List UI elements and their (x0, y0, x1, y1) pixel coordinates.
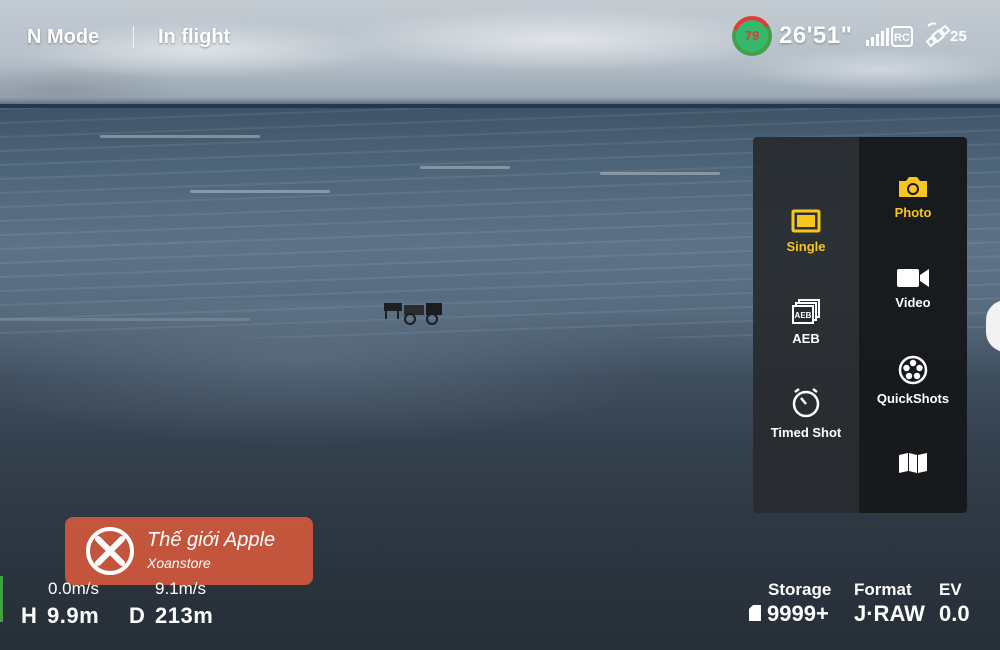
sky-clouds (0, 0, 1000, 108)
mode-quickshots-label: QuickShots (876, 391, 950, 406)
height-label: H (21, 603, 38, 628)
panorama-map-icon (899, 453, 927, 473)
horse-carriage-subject (384, 303, 442, 325)
distance-label: D (129, 603, 146, 628)
watermark-logo: Thế giới Apple Xoanstore (65, 517, 313, 585)
height-value: 9.9m (47, 603, 100, 628)
mode-quickshots[interactable]: QuickShots (860, 355, 966, 406)
wave-foam (600, 172, 720, 175)
camera-viewfinder[interactable]: N Mode In flight 79 26'51" RC 25 Single … (0, 0, 1000, 650)
mode-video-label: Video (895, 295, 931, 310)
battery-percent: 79 (736, 20, 768, 52)
video-camera-icon (897, 269, 929, 287)
storage-value: 9999+ (767, 601, 829, 626)
mode-video[interactable]: Video (860, 267, 966, 310)
watermark-subtitle: Xoanstore (147, 555, 211, 571)
aeb-icon: AEB (792, 299, 820, 324)
capture-mode-column: Photo Video QuickShots (859, 137, 967, 513)
photo-submode-column: Single AEB AEB Timed Shot (753, 137, 859, 513)
rc-label: RC (894, 32, 910, 44)
attitude-indicator-bar (0, 576, 3, 622)
mode-panorama[interactable] (860, 452, 966, 474)
option-aeb-label: AEB (792, 331, 820, 346)
horizontal-speed: 9.1m/s (155, 579, 207, 598)
format-label: Format (854, 580, 912, 599)
ev-value[interactable]: 0.0 (939, 601, 970, 627)
format-value[interactable]: J·RAW (854, 601, 925, 627)
battery-indicator[interactable]: 79 (732, 16, 772, 56)
film-reel-icon (898, 355, 928, 385)
option-timed-shot-label: Timed Shot (770, 425, 842, 440)
wave-foam (190, 190, 330, 193)
distance-value: 213m (155, 603, 214, 628)
single-shot-icon (791, 209, 821, 233)
gps-satellite-count: 25 (950, 28, 967, 45)
option-single[interactable]: Single (753, 209, 859, 254)
sd-card-icon (749, 605, 761, 621)
option-aeb[interactable]: AEB AEB (753, 299, 859, 346)
mode-photo-label: Photo (894, 205, 932, 220)
timer-icon (792, 388, 820, 418)
remaining-flight-time: 26'51" (779, 22, 853, 49)
ev-label: EV (939, 580, 962, 599)
mode-photo[interactable]: Photo (860, 175, 966, 220)
storage-label: Storage (768, 580, 832, 599)
wave-foam (420, 166, 510, 169)
option-single-label: Single (786, 239, 826, 254)
wave-foam (100, 135, 260, 138)
rc-signal-icon: RC (866, 26, 913, 47)
watermark-title: Thế giới Apple (147, 529, 276, 551)
option-timed-shot[interactable]: Timed Shot (753, 387, 859, 440)
svg-text:AEB: AEB (795, 311, 812, 320)
capture-mode-panel: Single AEB AEB Timed Shot Photo Video Qu… (753, 137, 967, 513)
flight-mode-label[interactable]: N Mode (27, 26, 99, 49)
vertical-speed: 0.0m/s (48, 579, 100, 598)
camera-icon (899, 177, 927, 197)
flight-state-label: In flight (158, 26, 231, 48)
status-divider (133, 26, 134, 48)
xoanstore-logo-icon (86, 527, 134, 575)
